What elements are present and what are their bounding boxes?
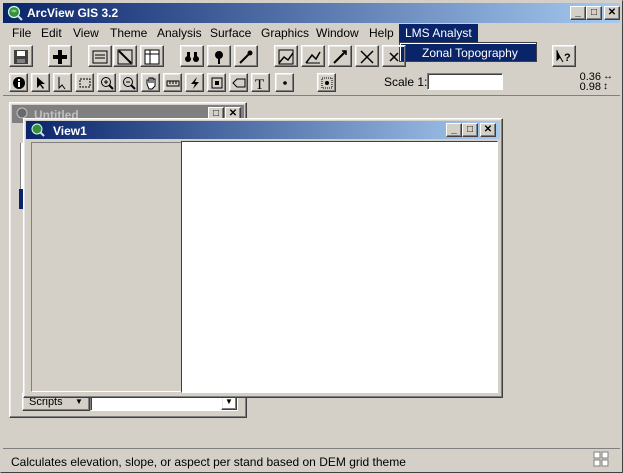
edit-legend-icon [117,49,133,65]
view-window-title: View1 [53,124,87,138]
find-button[interactable] [180,45,204,67]
text-t-icon: T [255,77,264,90]
scripts-dropdown-icon: ▼ [75,397,83,406]
lightning-icon [191,77,199,89]
coordinate-readout: 0.36 0.98 [575,72,601,93]
measure-tool[interactable] [163,73,182,92]
text-tool[interactable]: T [251,73,270,92]
zoom-to-selected-icon [333,50,347,64]
svg-text:?: ? [564,52,571,64]
grid-analysis-tool[interactable] [317,73,336,92]
binoculars-icon [185,52,199,62]
app-window: ArcView GIS 3.2 _ □ ✕ File Edit View The… [0,0,623,473]
chevron-down-icon: ▼ [225,397,233,406]
vertical-arrows-icon: ↕ [603,81,608,92]
pointer-icon [37,77,45,89]
menu-graphics[interactable]: Graphics [261,26,309,40]
add-theme-icon [53,50,67,64]
zoom-out-button[interactable] [382,45,406,67]
view-maximize-button[interactable]: □ [462,123,478,137]
menu-file[interactable]: File [12,26,31,40]
open-theme-table-button[interactable] [140,45,164,67]
menu-theme[interactable]: Theme [110,26,147,40]
coordinate-y: 0.98 [579,81,601,93]
query-builder-icon [239,50,253,64]
maximize-button[interactable]: □ [586,6,602,20]
zoom-in-tool[interactable] [97,73,116,92]
locate-icon [215,51,223,64]
menu-help[interactable]: Help [369,26,394,40]
menu-view[interactable]: View [73,26,99,40]
menu-item-zonal-topography[interactable]: Zonal Topography [422,46,518,60]
zoom-to-themes-button[interactable] [301,45,325,67]
status-bar: Calculates elevation, slope, or aspect p… [3,448,620,472]
help-button[interactable]: ? [552,45,576,67]
locate-address-button[interactable] [207,45,231,67]
select-feature-icon [79,78,91,88]
label-tool[interactable] [229,73,248,92]
zoom-in-arrows-icon [360,50,374,64]
hotlink-tool[interactable] [185,73,204,92]
window-layout-icon[interactable] [593,451,610,468]
pointer-tool[interactable] [31,73,50,92]
app-title: ArcView GIS 3.2 [27,6,119,20]
view-window[interactable]: View1 _ □ ✕ ▲ ▼ [23,118,503,398]
view-minimize-button[interactable]: _ [446,123,462,137]
map-display[interactable] [181,141,498,393]
pan-tool[interactable] [141,73,160,92]
identify-tool[interactable] [9,73,28,92]
svg-text:T: T [255,77,264,90]
vertex-edit-tool[interactable] [53,73,72,92]
zoom-to-selected-button[interactable] [328,45,352,67]
vertex-edit-icon [58,77,66,90]
view-globe-icon [31,123,45,137]
measure-icon [166,80,180,87]
grid-analysis-icon [321,77,333,89]
minimize-button[interactable]: _ [570,6,586,20]
zoom-out-tool[interactable] [119,73,138,92]
lms-analyst-dropdown: Zonal Topography [399,42,537,62]
add-theme-button[interactable] [48,45,72,67]
query-builder-button[interactable] [234,45,258,67]
edit-legend-button[interactable] [113,45,137,67]
table-icon [144,49,160,65]
close-button[interactable]: ✕ [604,6,620,20]
status-text: Calculates elevation, slope, or aspect p… [11,455,406,469]
menu-edit[interactable]: Edit [41,26,62,40]
menu-analysis[interactable]: Analysis [157,26,202,40]
theme-properties-icon [92,50,108,64]
select-feature-tool[interactable] [75,73,94,92]
zoom-out-icon [123,77,136,90]
scale-label: Scale 1: [384,75,428,89]
menu-surface[interactable]: Surface [210,26,251,40]
zoom-full-extent-icon [278,49,294,65]
zoom-out-arrows-icon [389,52,399,62]
table-of-contents[interactable] [31,142,187,392]
menu-window[interactable]: Window [316,26,359,40]
point-icon [283,81,287,85]
save-button[interactable] [9,45,33,67]
zoom-to-themes-icon [305,51,321,64]
view-close-button[interactable]: ✕ [480,123,496,137]
zoom-in-button[interactable] [355,45,379,67]
area-of-interest-tool[interactable] [207,73,226,92]
save-icon [14,50,28,64]
draw-point-tool[interactable] [275,73,294,92]
zoom-in-icon [101,77,114,90]
theme-properties-button[interactable] [88,45,112,67]
menu-bar: File Edit View Theme Analysis Surface Gr… [3,24,620,42]
label-icon [232,78,246,88]
zoom-full-extent-button[interactable] [274,45,298,67]
menu-lms-analyst[interactable]: LMS Analyst [399,24,478,42]
scale-input[interactable] [427,73,503,90]
help-cursor-icon: ? [556,50,571,64]
title-bar[interactable]: ArcView GIS 3.2 _ □ ✕ [3,3,620,23]
view-window-title-bar[interactable]: View1 _ □ ✕ [26,121,500,139]
area-of-interest-icon [211,77,223,89]
arcview-globe-icon [7,5,23,21]
identify-icon [13,77,25,89]
hand-icon [146,77,156,90]
